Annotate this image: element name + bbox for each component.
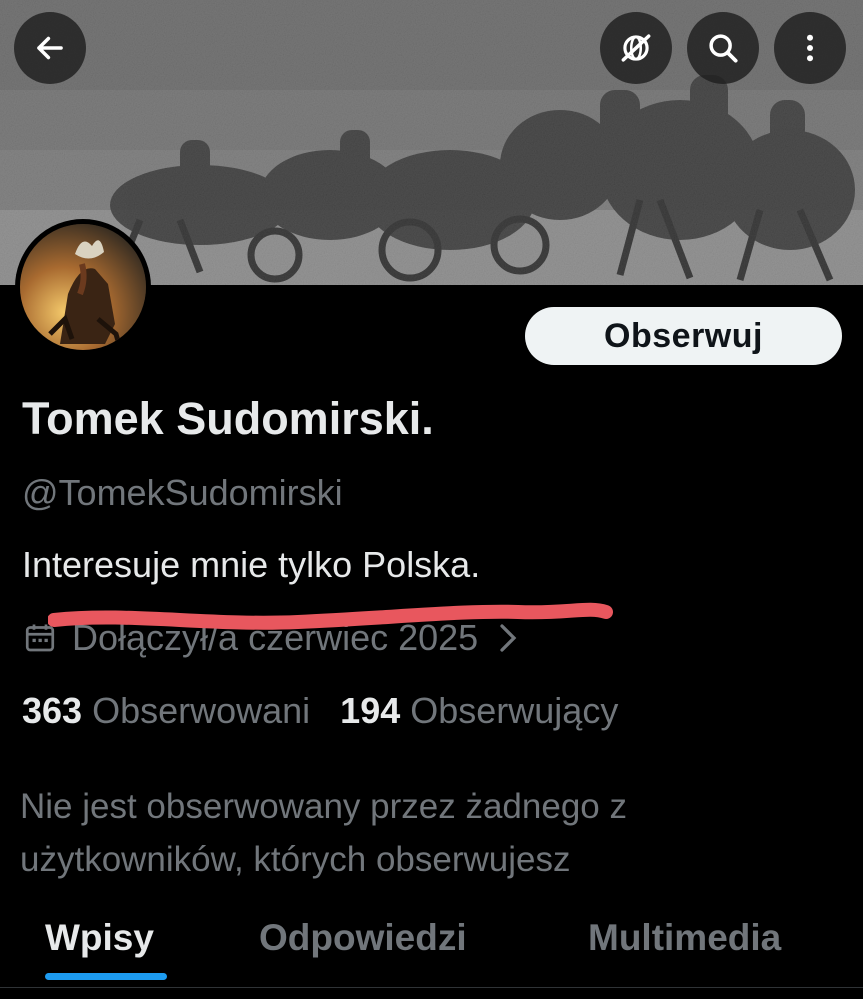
tab-wpisy[interactable]: Wpisy [45, 917, 154, 959]
follow-stats: 363 Obserwowani 194 Obserwujący [22, 690, 648, 732]
tab-multimedia[interactable]: Multimedia [588, 917, 781, 959]
more-vertical-icon [806, 34, 814, 62]
translate-button[interactable] [600, 12, 672, 84]
following-stat[interactable]: 363 Obserwowani [22, 690, 310, 732]
followed-by-note: Nie jest obserwowany przez żadnego z uży… [20, 787, 627, 879]
search-button[interactable] [687, 12, 759, 84]
followers-stat[interactable]: 194 Obserwujący [340, 690, 618, 732]
profile-tabs: Wpisy Odpowiedzi Multimedia [0, 905, 863, 999]
arrow-left-icon [37, 36, 63, 60]
active-tab-indicator [45, 973, 167, 980]
search-icon [709, 34, 738, 63]
tabs-divider [0, 987, 863, 988]
slashed-globe-icon [621, 34, 651, 62]
avatar-image [20, 224, 146, 350]
tab-odpowiedzi[interactable]: Odpowiedzi [259, 917, 467, 959]
joined-date: Dołączył/a czerwiec 2025 [72, 617, 479, 658]
followers-count: 194 [340, 690, 401, 731]
calendar-icon [25, 624, 55, 652]
joined-date-row[interactable]: Dołączył/a czerwiec 2025 [22, 616, 522, 660]
display-name: Tomek Sudomirski. [22, 393, 434, 444]
following-count: 363 [22, 690, 83, 731]
back-button[interactable] [14, 12, 86, 84]
chevron-right-icon [500, 624, 517, 652]
following-label: Obserwowani [92, 690, 311, 731]
profile-bio: Interesuje mnie tylko Polska. [22, 544, 481, 585]
follow-button[interactable]: Obserwuj [525, 307, 842, 365]
followers-label: Obserwujący [410, 690, 619, 731]
avatar[interactable] [15, 219, 151, 355]
more-button[interactable] [774, 12, 846, 84]
user-handle: @TomekSudomirski [22, 472, 343, 513]
